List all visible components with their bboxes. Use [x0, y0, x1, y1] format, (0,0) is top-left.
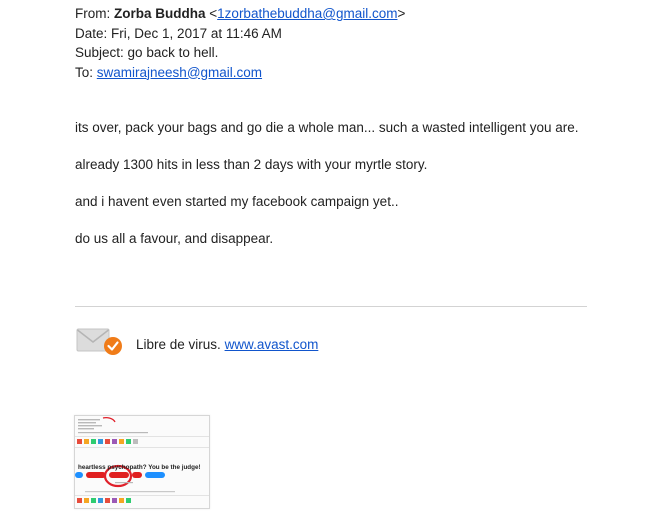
date-value: Fri, Dec 1, 2017 at 11:46 AM — [111, 25, 282, 41]
recipient-email-link[interactable]: swamirajneesh@gmail.com — [97, 65, 262, 80]
subject-label: Subject: — [75, 45, 124, 60]
subject-row: Subject: go back to hell. — [75, 43, 405, 63]
body-paragraph: already 1300 hits in less than 2 days wi… — [75, 157, 428, 172]
from-label: From: — [75, 6, 111, 21]
angle-close: > — [397, 6, 406, 21]
date-row: Date: Fri, Dec 1, 2017 at 11:46 AM — [75, 24, 405, 44]
attachment-thumbnail[interactable]: heartless psychopath? You be the judge! — [74, 415, 210, 509]
body-paragraph: and i havent even started my facebook ca… — [75, 194, 399, 209]
virus-free-label: Libre de virus. — [136, 337, 221, 352]
to-row: To: swamirajneesh@gmail.com — [75, 63, 405, 83]
email-header: From: Zorba Buddha <1zorbathebuddha@gmai… — [75, 4, 405, 82]
from-row: From: Zorba Buddha <1zorbathebuddha@gmai… — [75, 4, 405, 24]
to-label: To: — [75, 64, 94, 80]
avast-signature: Libre de virus. www.avast.com — [76, 325, 376, 357]
sender-name: Zorba Buddha — [114, 6, 206, 21]
body-paragraph: its over, pack your bags and go die a wh… — [75, 120, 579, 135]
thumbnail-screenshot-image — [75, 416, 209, 508]
avast-envelope-check-icon — [76, 328, 122, 355]
angle-open: < — [209, 6, 218, 21]
avast-link[interactable]: www.avast.com — [225, 337, 319, 352]
date-label: Date: — [75, 25, 108, 41]
avast-text: Libre de virus. www.avast.com — [136, 337, 318, 352]
email-body: its over, pack your bags and go die a wh… — [75, 119, 635, 267]
subject-value: go back to hell. — [127, 45, 219, 60]
thumbnail-caption: heartless psychopath? You be the judge! — [78, 464, 201, 471]
sender-email-link[interactable]: 1zorbathebuddha@gmail.com — [217, 6, 397, 21]
body-paragraph: do us all a favour, and disappear. — [75, 231, 274, 246]
signature-divider — [75, 306, 587, 307]
